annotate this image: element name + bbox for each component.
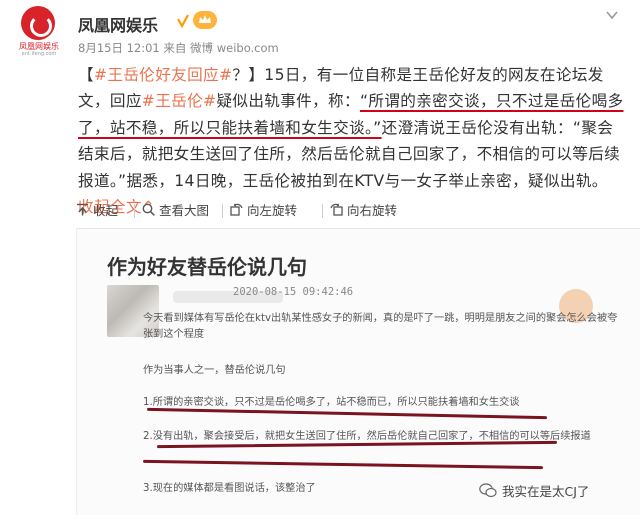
post-bracket: 【 [78, 66, 94, 84]
post-text: 【#王岳伦好友回应#？】15日，有一位自称是王岳伦好友的网友在论坛发文，回应#王… [78, 62, 624, 220]
divider [322, 204, 323, 218]
image-paragraph-2: 作为当事人之一，替岳伦说几句 [143, 365, 286, 376]
ifeng-logo-icon [21, 6, 55, 40]
verified-icon [177, 14, 189, 28]
divider [134, 204, 135, 218]
view-large-button[interactable]: 查看大图 [142, 200, 209, 219]
collapse-button[interactable]: 收起 [76, 200, 118, 219]
divider [222, 204, 223, 218]
watermark: 我实在是太CJ了 [479, 481, 589, 500]
post-text-2: 疑似出轨事件，称： [216, 92, 360, 111]
post-header: 凤凰网娱乐 ent.ifeng.com 凤凰网娱乐 8月15日 12:01 来自… [0, 0, 640, 60]
avatar-sub-label: ent.ifeng.com [21, 51, 57, 57]
image-timestamp: 2020-08-15 09:42:46 [233, 286, 354, 298]
avatar[interactable]: 凤凰网娱乐 ent.ifeng.com [10, 6, 66, 58]
collapse-icon [77, 203, 88, 216]
hashtag-link-1[interactable]: #王岳伦好友回应# [94, 66, 232, 84]
wechat-icon [479, 483, 497, 498]
hashtag-link-2[interactable]: #王岳伦# [142, 92, 217, 110]
post-meta: 8月15日 12:01 来自 微博 weibo.com [78, 41, 279, 55]
rotate-right-button[interactable]: 向右旋转 [330, 200, 397, 219]
image-action-bar: 收起 查看大图 向左旋转 向右旋转 [76, 200, 636, 224]
search-icon [142, 203, 155, 216]
view-large-label: 查看大图 [159, 203, 210, 218]
rotate-left-icon [230, 203, 243, 216]
post-image[interactable]: 作为好友替岳伦说几句 2020-08-15 09:42:46 今天看到媒体有写岳… [76, 228, 640, 515]
rotate-right-icon [330, 203, 343, 216]
rotate-left-label: 向左旋转 [247, 203, 298, 218]
pen-underline [143, 459, 543, 470]
image-title: 作为好友替岳伦说几句 [107, 255, 307, 279]
watermark-text: 我实在是太CJ了 [502, 484, 590, 499]
user-name[interactable]: 凤凰网娱乐 [78, 12, 158, 36]
collapse-label: 收起 [93, 203, 119, 218]
chevron-down-icon[interactable] [606, 10, 618, 20]
rotate-left-button[interactable]: 向左旋转 [230, 200, 297, 219]
rotate-right-label: 向右旋转 [347, 203, 398, 218]
image-paragraph-5: 3.现在的媒体都是看图说话，该整治了 [143, 483, 316, 494]
image-paragraph-1: 今天看到媒体有写岳伦在ktv出轨某性感女子的新闻，真的是吓了一跳，明明是朋友之间… [143, 313, 618, 340]
member-crown-icon[interactable] [193, 11, 217, 29]
